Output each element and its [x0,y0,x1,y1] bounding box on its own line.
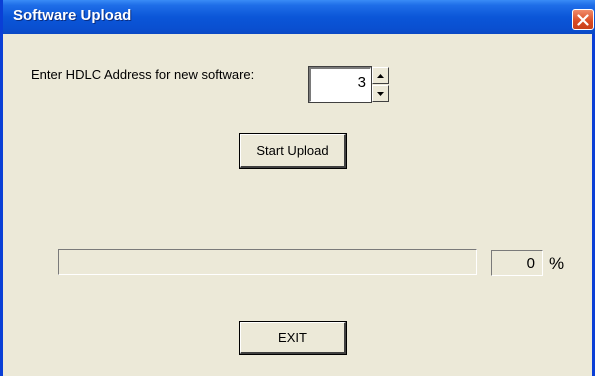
arrow-down-icon [377,91,384,96]
hdlc-address-label: Enter HDLC Address for new software: [31,67,255,82]
close-icon [577,13,589,26]
title-bar[interactable]: Software Upload [3,0,595,34]
percent-value: 0 [491,250,543,276]
start-upload-button[interactable]: Start Upload [239,133,347,169]
upload-progress-bar [58,249,477,275]
percent-sign: % [549,254,565,273]
window-title: Software Upload [13,7,132,24]
arrow-up-icon [377,73,384,78]
spin-up-button[interactable] [372,67,389,84]
hdlc-address-spinner [372,67,389,102]
software-upload-window: Software Upload Enter HDLC Address for n… [0,0,595,376]
hdlc-address-input[interactable]: 3 [308,66,372,103]
exit-button[interactable]: EXIT [239,321,347,355]
spin-down-button[interactable] [372,85,389,102]
close-button[interactable] [572,9,594,30]
